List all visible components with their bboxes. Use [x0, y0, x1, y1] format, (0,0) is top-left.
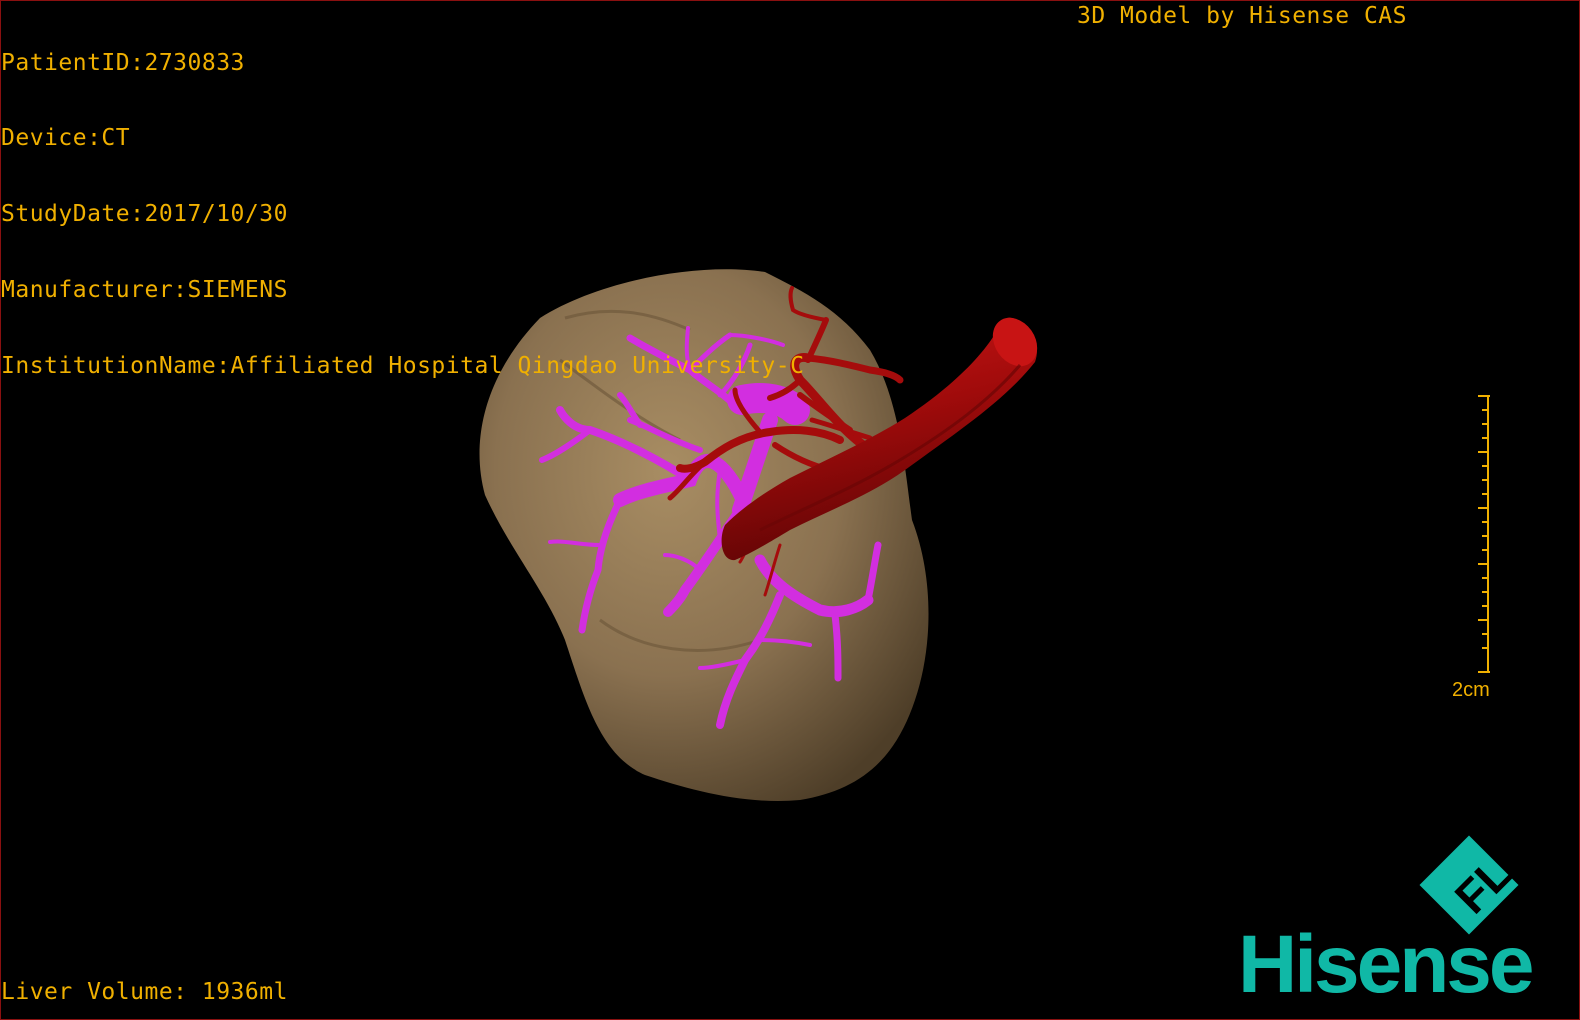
dicom-info-overlay: PatientID:2730833 Device:CT StudyDate:20… [1, 0, 804, 405]
study-date-text: StudyDate:2017/10/30 [1, 201, 288, 228]
institution-text: InstitutionName:Affiliated Hospital Qing… [1, 353, 805, 380]
patient-id-text: PatientID:2730833 [1, 49, 245, 76]
logo-wordmark: Hisense [1238, 919, 1535, 1010]
liver-volume-text: Liver Volume: 1936ml [1, 979, 288, 1005]
model-credit-text: 3D Model by Hisense CAS [1077, 3, 1407, 29]
scale-bar-label: 2cm [1452, 679, 1490, 701]
scale-bar [1478, 395, 1490, 673]
device-text: Device:CT [1, 125, 131, 152]
manufacturer-text: Manufacturer:SIEMENS [1, 277, 288, 304]
hisense-logo: FL Hisense [1238, 830, 1578, 1010]
